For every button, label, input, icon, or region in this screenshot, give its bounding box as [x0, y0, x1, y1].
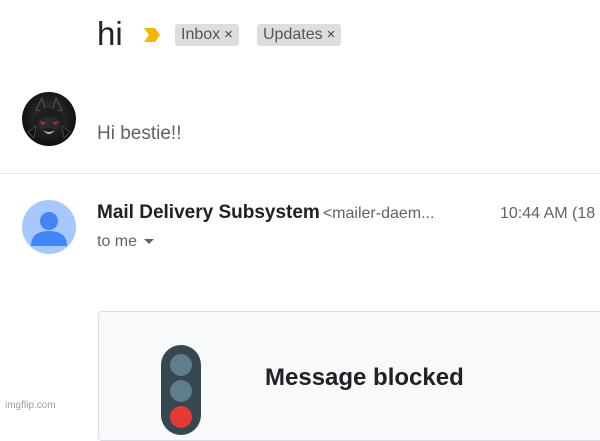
- thread-subject: hi: [97, 15, 123, 52]
- avatar-shadow-icon[interactable]: [22, 92, 76, 146]
- message-timestamp: 10:44 AM (18: [500, 205, 596, 222]
- watermark: imgflip.com: [5, 400, 56, 411]
- remove-label-updates-icon[interactable]: ×: [327, 26, 336, 43]
- sender-name[interactable]: Mail Delivery Subsystem: [97, 202, 320, 223]
- chevron-down-icon[interactable]: [144, 239, 155, 245]
- recipient-text: to me: [97, 233, 138, 250]
- thread-header: hi Inbox × Updates ×: [0, 0, 600, 70]
- card-title: Message blocked: [265, 364, 464, 391]
- message-expanded: Mail Delivery Subsystem <mailer-daem... 1…: [0, 174, 600, 304]
- default-person-avatar-icon[interactable]: [22, 200, 76, 254]
- label-important-icon[interactable]: [144, 28, 160, 42]
- remove-label-inbox-icon[interactable]: ×: [224, 26, 233, 43]
- message-collapsed[interactable]: Hi bestie!!: [0, 80, 600, 172]
- avatar-image: [27, 96, 71, 140]
- sender-email: <mailer-daem...: [322, 205, 435, 222]
- label-chip-inbox: Inbox ×: [175, 24, 239, 46]
- label-chip-inbox-text: Inbox: [181, 26, 221, 43]
- recipient-details-toggle[interactable]: to me: [97, 233, 155, 251]
- message-snippet: Hi bestie!!: [97, 123, 182, 144]
- label-chip-updates: Updates ×: [257, 24, 342, 46]
- label-chip-updates-text: Updates: [263, 26, 323, 43]
- traffic-light-icon: [161, 345, 201, 435]
- person-silhouette: [31, 212, 67, 246]
- message-blocked-card: Message blocked: [98, 311, 600, 441]
- sender-line: Mail Delivery Subsystem <mailer-daem...: [97, 202, 434, 224]
